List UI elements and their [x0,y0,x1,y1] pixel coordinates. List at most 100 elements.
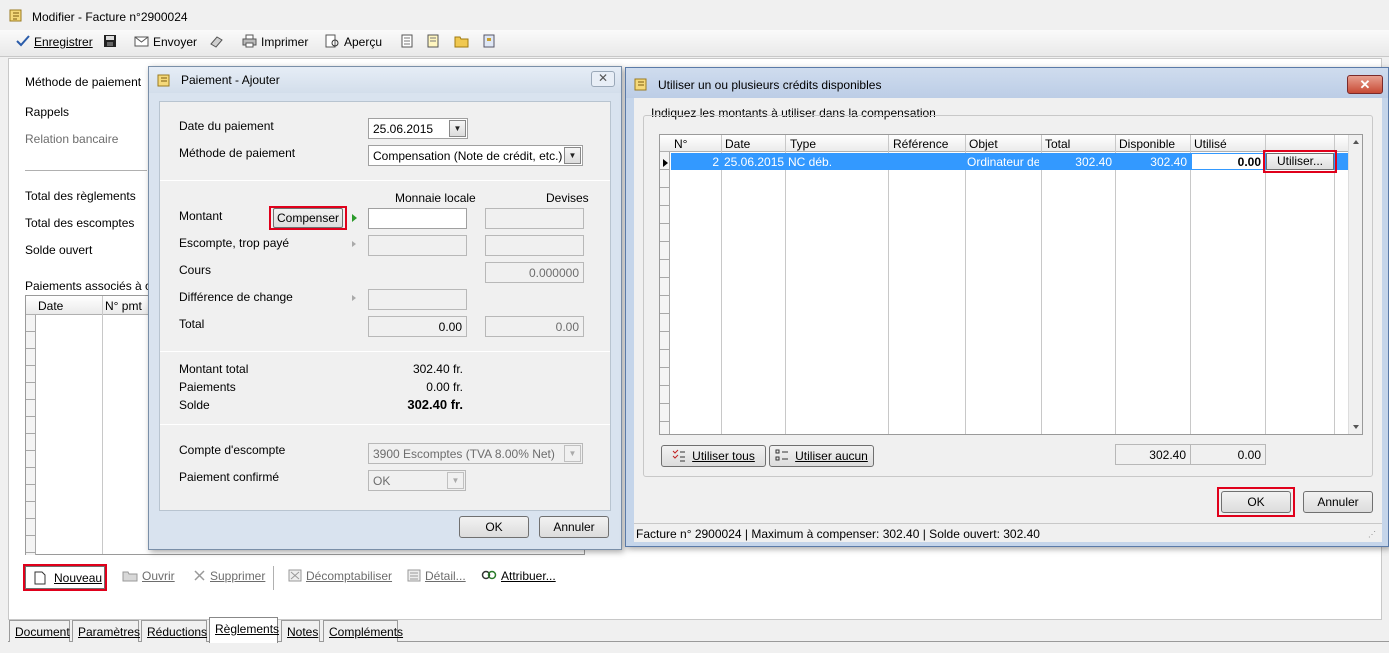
col-header-object[interactable]: Objet [969,137,998,151]
checklist-icon [672,448,686,468]
delete-button[interactable]: Supprimer [193,569,265,587]
total-amount-value: 302.40 fr. [412,362,463,376]
payment-cancel-button[interactable]: Annuler [539,516,609,538]
sum-available-value: 302.40 [1149,448,1186,462]
payments-label: Paiements [179,380,236,394]
discount-label: Escompte, trop payé [179,236,290,250]
document-button[interactable] [400,34,419,52]
arrow-right-icon [352,241,356,247]
credits-dialog-titlebar: Utiliser un ou plusieurs crédits disponi… [626,68,1388,98]
grid-header-date[interactable]: Date [38,299,63,313]
credits-grid[interactable]: N° Date Type Référence Objet Total Dispo… [659,134,1363,435]
window-titlebar: Modifier - Facture n°2900024 [0,0,1389,30]
chevron-down-icon: ▼ [447,472,464,489]
send-button[interactable]: Envoyer [134,34,197,52]
rate-value: 0.000000 [528,266,579,280]
sum-available-field: 302.40 [1115,444,1191,465]
archive-button[interactable] [482,34,501,52]
tab-complements[interactable]: Compléments [323,620,403,642]
print-button[interactable]: Imprimer [242,34,308,52]
use-row-highlight [1263,150,1337,173]
list-icon [775,448,789,468]
col-header-date[interactable]: Date [725,137,750,151]
amount-local-input[interactable] [368,208,467,229]
chevron-down-icon[interactable]: ▼ [564,147,581,164]
folder-button[interactable] [454,34,473,52]
col-header-type[interactable]: Type [790,137,816,151]
app-icon [9,8,23,22]
save-button[interactable]: Enregistrer [15,34,93,52]
credits-dialog-title: Utiliser un ou plusieurs crédits disponi… [658,78,882,92]
col-header-total[interactable]: Total [1045,137,1070,151]
row-available: 302.40 [1150,155,1187,169]
close-icon: ✕ [1359,77,1371,92]
tab-notes[interactable]: Notes [281,620,320,642]
open-button[interactable]: Ouvrir [122,569,175,587]
payment-ok-button[interactable]: OK [459,516,529,538]
payment-cancel-label: Annuler [553,520,595,534]
row-date: 25.06.2015 [724,155,785,169]
preview-label: Aperçu [344,35,383,49]
unpost-button[interactable]: Décomptabiliser [288,569,392,587]
detail-button[interactable]: Détail... [407,569,466,587]
total-amount-label: Montant total [179,362,249,376]
vertical-scrollbar[interactable] [1348,135,1362,434]
row-indicator-column [660,152,670,434]
preview-icon [325,34,340,48]
discount-account-label: Compte d'escompte [179,443,286,457]
tab-reductions-label: Réductions [147,625,208,639]
notes-button[interactable] [426,34,445,52]
discount-foreign-input [485,235,584,256]
discount-account-select: 3900 Escomptes (TVA 8.00% Net) ▼ [368,443,583,464]
floppy-button[interactable] [103,34,122,52]
send-label: Envoyer [153,35,198,49]
tab-reglements[interactable]: Règlements [209,617,279,643]
toolbar-separator [273,566,274,590]
open-label: Ouvrir [142,569,175,583]
payment-method-select[interactable]: Compensation (Note de crédit, etc.) ▼ [368,145,583,166]
payment-confirmed-select: OK ▼ [368,470,466,491]
chevron-down-icon[interactable]: ▼ [449,120,466,137]
floppy-disk-icon [103,34,118,48]
attachment-button[interactable] [209,34,228,52]
bank-label: Relation bancaire [25,132,119,146]
new-button-highlight [23,564,107,591]
column-divider [1190,135,1191,434]
credits-dialog-close-button[interactable]: ✕ [1347,75,1383,94]
payment-dialog-close-button[interactable]: ✕ [591,71,615,87]
section-divider [160,424,610,425]
use-all-label: Utiliser tous [692,449,755,463]
scroll-up-icon[interactable] [1353,140,1359,144]
assign-button[interactable]: Attribuer... [481,569,556,587]
assign-link-icon [481,569,497,585]
rate-label: Cours [179,263,212,277]
save-label: Enregistrer [34,35,93,49]
tab-document[interactable]: Document [9,620,70,642]
scroll-down-icon[interactable] [1353,425,1359,429]
balance-label: Solde [179,398,210,412]
amount-foreign-input [485,208,584,229]
grid-header-num[interactable]: N° pmt [105,299,142,313]
tab-parametres[interactable]: Paramètres [72,620,140,642]
col-header-num[interactable]: N° [674,137,687,151]
payment-dialog-title: Paiement - Ajouter [181,73,280,87]
chevron-down-icon: ▼ [564,445,581,462]
col-header-reference[interactable]: Référence [893,137,948,151]
divider [25,170,147,171]
resize-grip-icon[interactable]: ⋰ [1368,530,1376,539]
col-header-used[interactable]: Utilisé [1194,137,1227,151]
col-header-available[interactable]: Disponible [1119,137,1175,151]
row-total: 302.40 [1075,155,1112,169]
payment-date-field[interactable]: 25.06.2015 ▼ [368,118,468,139]
printer-icon [242,34,257,48]
total-local-value: 0.00 [438,320,462,334]
preview-button[interactable]: Aperçu [325,34,382,52]
tab-reductions[interactable]: Réductions [141,620,207,642]
use-all-button[interactable]: Utiliser tous [661,445,766,467]
payments-value: 0.00 fr. [426,380,463,394]
exchange-diff-label: Différence de change [179,290,293,304]
use-none-button[interactable]: Utiliser aucun [769,445,874,467]
balance-value: 302.40 fr. [407,397,463,412]
credits-cancel-button[interactable]: Annuler [1303,491,1373,513]
credits-status-text: Facture n° 2900024 | Maximum à compenser… [636,527,1040,541]
